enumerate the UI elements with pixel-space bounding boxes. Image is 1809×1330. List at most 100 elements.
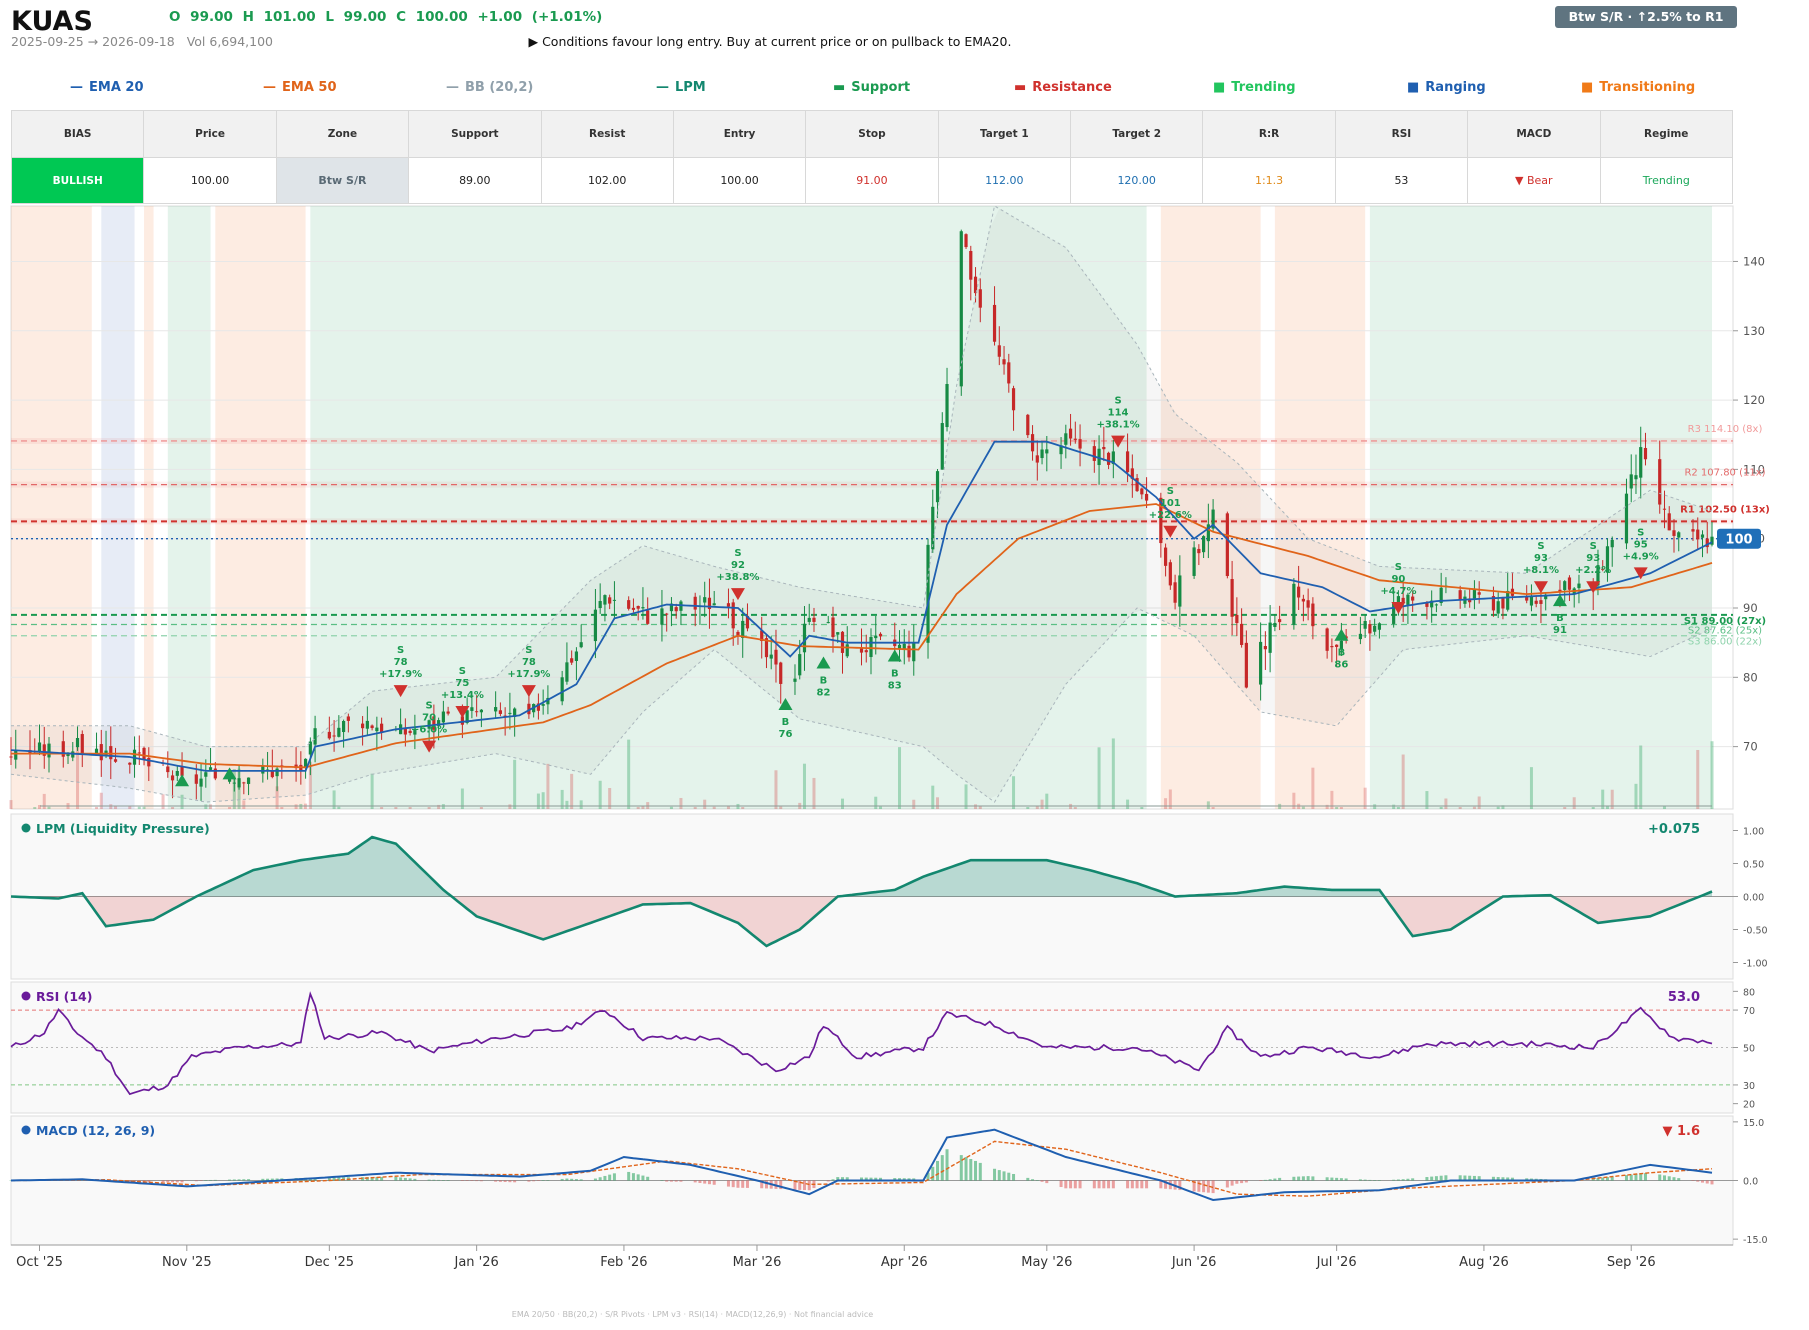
macd-histogram-bar (945, 1149, 949, 1181)
macd-histogram-bar (993, 1168, 997, 1181)
resistance-zone (11, 437, 1733, 444)
lpm-tick-label: -1.00 (1743, 959, 1768, 970)
candle-body (1297, 586, 1301, 598)
macd-histogram-bar (679, 1180, 683, 1182)
macd-histogram-bar (266, 1178, 270, 1181)
x-tick-label: Nov '25 (162, 1255, 212, 1270)
candle-body (1700, 534, 1705, 538)
candle-body (1667, 513, 1671, 531)
candle-body (726, 603, 731, 607)
macd-histogram-bar (1373, 1180, 1377, 1181)
macd-histogram-bar (1330, 1177, 1334, 1181)
macd-histogram-bar (1301, 1176, 1305, 1181)
macd-histogram-bar (1672, 1177, 1676, 1181)
price-tick-label: 140 (1743, 254, 1765, 268)
macd-histogram-bar (1339, 1178, 1343, 1181)
candle-body (1007, 362, 1011, 384)
candle-body (175, 770, 179, 776)
macd-histogram-bar (997, 1170, 1001, 1181)
candle-body (940, 423, 944, 470)
volume-bar (280, 807, 284, 809)
signal-label: S (459, 666, 466, 677)
candle-body (1662, 508, 1667, 510)
price-tick-label: 120 (1743, 393, 1765, 407)
volume-bar (1045, 793, 1049, 809)
candle-body (665, 613, 669, 615)
signal-label: 114 (1108, 408, 1129, 419)
signal-label: S (1590, 541, 1597, 552)
last-price-label: 100 (1725, 533, 1752, 548)
legend-label: Ranging (1425, 80, 1486, 95)
macd-histogram-bar (1007, 1172, 1011, 1181)
candle-body (498, 710, 502, 714)
macd-histogram-bar (1107, 1180, 1111, 1189)
candle-body (1373, 625, 1377, 632)
signal-label: B (1338, 648, 1346, 659)
volume-bar (204, 804, 208, 809)
signal-label: 86 (1334, 660, 1348, 671)
volume-bar (228, 806, 232, 809)
candle-body (945, 384, 949, 428)
candle-body (1125, 451, 1130, 473)
candle (1026, 413, 1030, 439)
x-tick-label: Sep '26 (1607, 1255, 1656, 1270)
macd-histogram-bar (1064, 1180, 1068, 1189)
signal-message: ▶ Conditions favour long entry. Buy at c… (528, 34, 1012, 49)
summary-header-row: BIAS Price Zone Support Resist Entry Stop Targe… (10, 110, 1733, 158)
macd-histogram-bar (242, 1179, 246, 1181)
macd-histogram-bar (513, 1180, 517, 1183)
candle-body (237, 778, 241, 788)
candle-body (1434, 604, 1439, 606)
candle-body (1577, 583, 1581, 589)
rsi-tick-label: 50 (1743, 1044, 1755, 1055)
volume-bar (99, 792, 103, 809)
summary-value-bias: BULLISH (10, 157, 145, 204)
candle-body (997, 345, 1001, 357)
signal-label: +4.9% (1623, 551, 1659, 562)
candle-body (1040, 449, 1044, 459)
volume-bar (536, 793, 540, 809)
volume-bar (1111, 738, 1115, 809)
macd-histogram-bar (745, 1180, 749, 1188)
volume-bar (1325, 804, 1329, 809)
macd-histogram-bar (498, 1180, 502, 1182)
summary-header-macd: MACD (1467, 110, 1601, 158)
candle-body (631, 607, 636, 610)
volume-bar (779, 806, 783, 809)
candle-body (1311, 603, 1315, 627)
candle-body (1567, 577, 1572, 590)
macd-histogram-bar (247, 1179, 251, 1181)
macd-histogram-bar (1140, 1180, 1144, 1189)
volume-bar (1477, 796, 1481, 809)
candle-body (1263, 646, 1267, 650)
candle-body (1658, 459, 1662, 505)
summary-value-price: 100.00 (143, 157, 277, 204)
signal-label: B (1556, 613, 1564, 624)
volume-bar (1335, 806, 1339, 809)
price-tick-label: 130 (1743, 324, 1765, 338)
macd-histogram-bar (707, 1180, 711, 1185)
volume-bar (812, 777, 816, 809)
candle-body (608, 597, 612, 604)
price-tick-label: 70 (1743, 740, 1758, 754)
macd-histogram-bar (532, 1180, 536, 1182)
zone-badge: Btw S/R · ↑2.5% to R1 (1555, 6, 1737, 28)
volume-bar (874, 796, 878, 809)
summary-value-rsi: 53 (1334, 157, 1469, 204)
macd-histogram-bar (1639, 1173, 1643, 1181)
macd-histogram-bar (475, 1180, 479, 1182)
macd-histogram-bar (1411, 1178, 1415, 1181)
candle-body (1292, 583, 1296, 625)
volume-bar (726, 806, 730, 809)
rsi-title: RSI (14) (36, 989, 92, 1004)
candle-body (1301, 598, 1305, 602)
macd-histogram-bar (1311, 1176, 1315, 1181)
volume-bar (627, 739, 631, 809)
level-label: R2 107.80 (11x) (1684, 468, 1765, 479)
candle-body (1358, 633, 1362, 640)
candle-body (570, 658, 574, 663)
candle-body (1078, 439, 1082, 449)
candle-body (641, 607, 645, 609)
volume-bar (1373, 804, 1377, 809)
volume-bar (513, 759, 517, 809)
